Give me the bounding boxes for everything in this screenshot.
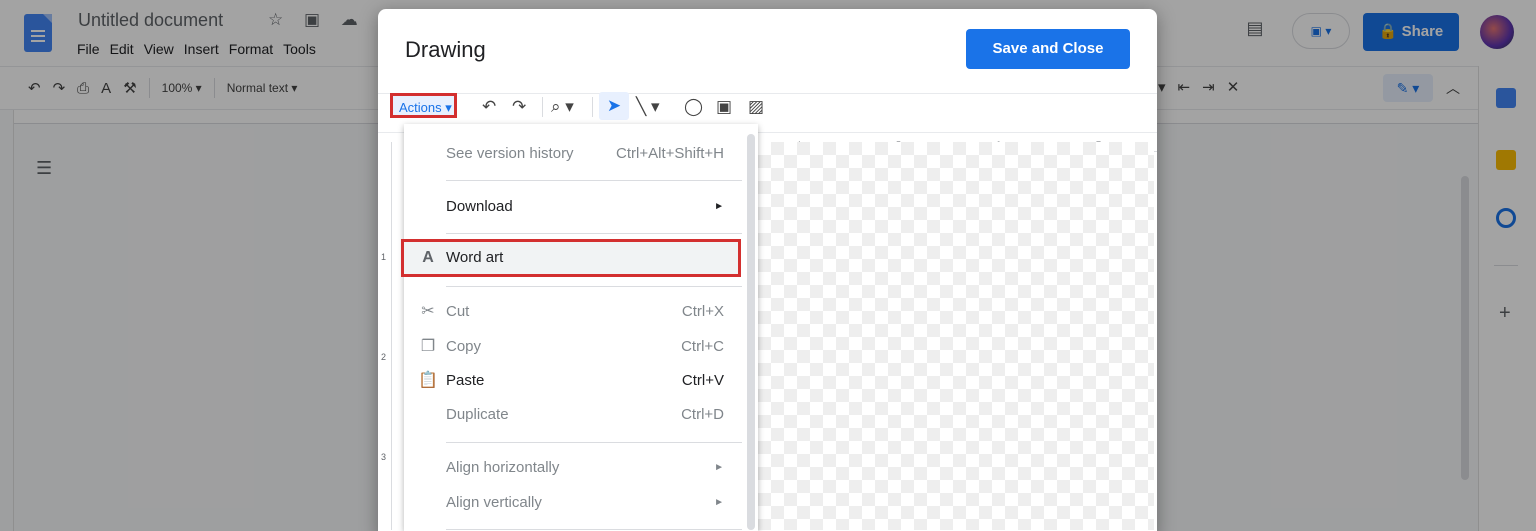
menu-divider bbox=[446, 180, 742, 181]
scissors-icon: ✂ bbox=[421, 303, 435, 320]
menu-item-cut[interactable]: ✂ Cut Ctrl+X bbox=[404, 295, 744, 329]
menu-scrollbar[interactable] bbox=[747, 134, 755, 530]
menu-item-duplicate[interactable]: Duplicate Ctrl+D bbox=[404, 398, 744, 432]
menu-item-download[interactable]: Download ► bbox=[404, 190, 744, 224]
redo-icon[interactable]: ↷ bbox=[512, 96, 526, 118]
submenu-arrow-icon: ► bbox=[714, 462, 724, 473]
menu-item-align-horizontally[interactable]: Align horizontally ► bbox=[404, 451, 744, 485]
ruler-mark: 2 bbox=[381, 352, 387, 362]
menu-item-align-vertically[interactable]: Align vertically ► bbox=[404, 486, 744, 520]
dialog-title: Drawing bbox=[405, 37, 486, 62]
menu-item-version-history[interactable]: See version history Ctrl+Alt+Shift+H bbox=[404, 137, 744, 171]
divider bbox=[542, 97, 543, 117]
shape-tool-icon[interactable]: ◯ bbox=[684, 96, 703, 118]
drawing-left-ruler: 1 2 3 bbox=[378, 142, 392, 530]
menu-divider bbox=[446, 529, 742, 530]
actions-menu-button[interactable]: Actions ▾ bbox=[390, 93, 457, 118]
drawing-dialog: Drawing Save and Close Actions ▾ ↶ ↷ ⌕ ▾… bbox=[378, 9, 1157, 531]
menu-item-copy[interactable]: ❐ Copy Ctrl+C bbox=[404, 330, 744, 364]
menu-divider bbox=[446, 442, 742, 443]
line-tool-icon[interactable]: ╲ ▾ bbox=[636, 96, 660, 118]
submenu-arrow-icon: ► bbox=[714, 497, 724, 508]
ruler-mark: 3 bbox=[381, 452, 387, 462]
divider bbox=[592, 97, 593, 117]
ruler-mark: 1 bbox=[381, 252, 387, 262]
select-tool-icon[interactable]: ➤ bbox=[599, 92, 629, 120]
menu-item-word-art[interactable]: A Word art bbox=[401, 239, 741, 277]
undo-icon[interactable]: ↶ bbox=[482, 96, 496, 118]
actions-dropdown-menu: See version history Ctrl+Alt+Shift+H Dow… bbox=[401, 124, 758, 531]
image-icon[interactable]: ▨ bbox=[748, 96, 764, 118]
text-box-icon[interactable]: ▣ bbox=[716, 96, 732, 118]
menu-divider bbox=[446, 286, 742, 287]
save-and-close-button[interactable]: Save and Close bbox=[966, 29, 1130, 69]
menu-item-paste[interactable]: 📋 Paste Ctrl+V bbox=[404, 364, 744, 398]
submenu-arrow-icon: ► bbox=[714, 201, 724, 212]
clipboard-icon: 📋 bbox=[418, 372, 438, 389]
menu-divider bbox=[446, 233, 742, 234]
word-art-icon: A bbox=[422, 249, 434, 266]
copy-icon: ❐ bbox=[420, 338, 436, 355]
drawing-canvas[interactable] bbox=[758, 142, 1154, 530]
zoom-icon[interactable]: ⌕ ▾ bbox=[551, 96, 574, 118]
